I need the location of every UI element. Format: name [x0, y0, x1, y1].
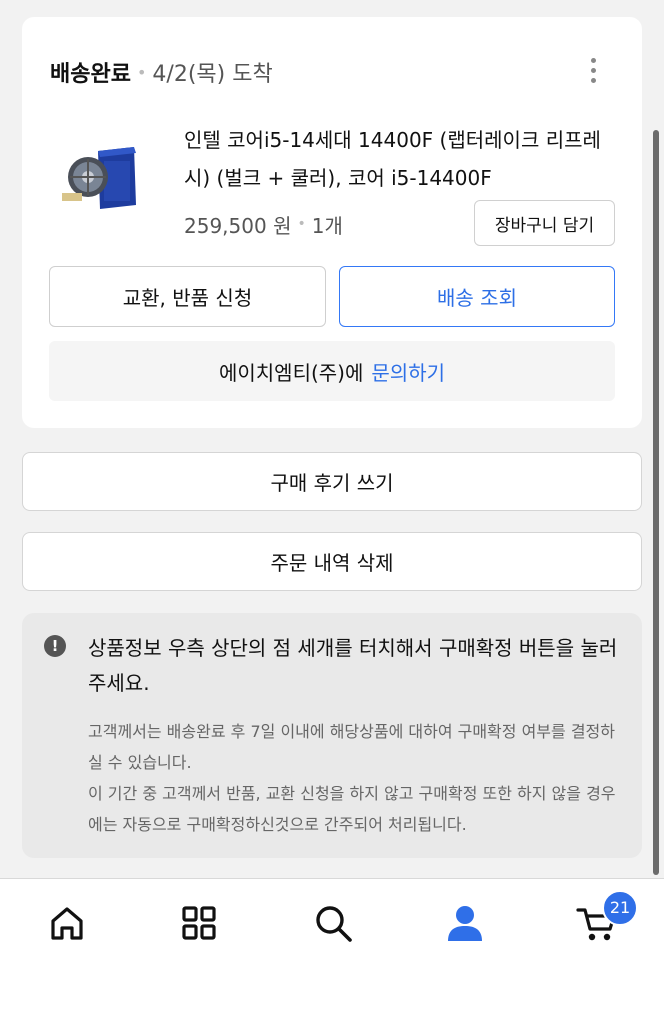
- add-to-cart-button[interactable]: 장바구니 담기: [474, 200, 615, 246]
- seller-inquiry-box[interactable]: 에이치엠티(주)에 문의하기: [49, 341, 615, 401]
- separator-dot: •: [297, 216, 306, 232]
- inquiry-link[interactable]: 문의하기: [371, 357, 445, 386]
- order-detail-content[interactable]: 배송완료 • 4/2(목) 도착 인텔 코어i5-14세대 14400F (랩터…: [0, 0, 664, 878]
- my-account-icon[interactable]: [443, 901, 487, 945]
- exclamation-icon: !: [44, 635, 66, 657]
- delivery-status: 배송완료: [50, 62, 131, 87]
- seller-name: 에이치엠티(주)에: [218, 360, 364, 385]
- exchange-return-button[interactable]: 교환, 반품 신청: [49, 266, 326, 327]
- arrival-date: 4/2(목) 도착: [152, 62, 273, 87]
- product-thumbnail[interactable]: [58, 137, 144, 223]
- price-row: 259,500 원 • 1개: [184, 209, 343, 239]
- notice-detail-text: 고객께서는 배송완료 후 7일 이내에 해당상품에 대하여 구매확정 여부를 결…: [88, 722, 616, 834]
- delivery-status-row: 배송완료 • 4/2(목) 도착: [50, 55, 273, 89]
- track-delivery-button[interactable]: 배송 조회: [339, 266, 615, 327]
- write-review-button[interactable]: 구매 후기 쓰기: [22, 452, 642, 511]
- product-quantity: 1개: [311, 213, 343, 238]
- search-icon[interactable]: [311, 901, 355, 945]
- separator-dot: •: [136, 62, 147, 82]
- notice-main-text: 상품정보 우측 상단의 점 세개를 터치해서 구매확정 버튼을 눌러주세요.: [88, 636, 618, 695]
- cart-count-badge: 21: [602, 890, 638, 926]
- category-grid-icon[interactable]: [177, 901, 221, 945]
- home-icon[interactable]: [45, 901, 89, 945]
- bottom-navigation: [0, 878, 664, 1024]
- delete-order-button[interactable]: 주문 내역 삭제: [22, 532, 642, 591]
- purchase-confirm-notice: ! 상품정보 우측 상단의 점 세개를 터치해서 구매확정 버튼을 눌러주세요.…: [22, 613, 642, 858]
- more-options-icon[interactable]: [582, 53, 604, 87]
- product-name[interactable]: 인텔 코어i5-14세대 14400F (랩터레이크 리프레시) (벌크 + 쿨…: [184, 121, 624, 197]
- scrollbar[interactable]: [653, 130, 659, 875]
- product-price: 259,500 원: [184, 213, 292, 238]
- order-card: 배송완료 • 4/2(목) 도착 인텔 코어i5-14세대 14400F (랩터…: [22, 17, 642, 428]
